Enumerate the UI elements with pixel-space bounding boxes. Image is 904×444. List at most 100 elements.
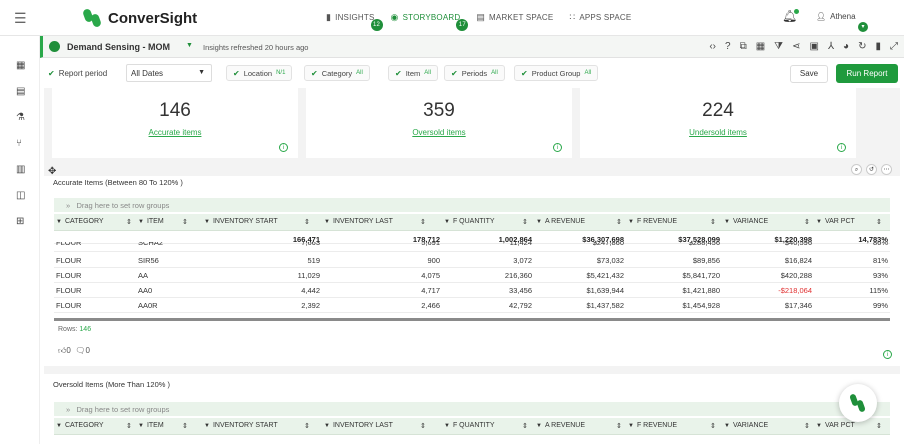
sort-icon[interactable]: ⇕ <box>522 422 528 430</box>
column-filter-icon[interactable]: ▼ <box>204 219 210 225</box>
building-icon[interactable]: ▥ <box>16 164 25 175</box>
column-filter-icon[interactable]: ▼ <box>56 219 62 225</box>
chat-assistant-button[interactable] <box>839 384 877 422</box>
app-logo[interactable]: ConverSight <box>82 8 197 28</box>
sort-icon[interactable]: ⇕ <box>804 218 810 226</box>
sort-icon[interactable]: ⇕ <box>304 422 310 430</box>
column-header-inventory-last[interactable]: ▼ INVENTORY LAST <box>324 218 393 225</box>
expand-icon[interactable]: ⤢ <box>890 41 898 52</box>
search-icon[interactable]: ⌕ <box>851 164 862 175</box>
notification-bell-icon[interactable]: 🔔︎ <box>782 9 800 23</box>
column-header-category[interactable]: ▼ CATEGORY <box>56 218 104 225</box>
palette-icon[interactable]: ◕ <box>843 41 849 52</box>
kpi-label[interactable]: Accurate items <box>52 128 298 137</box>
column-filter-icon[interactable]: ▼ <box>138 219 144 225</box>
sort-icon[interactable]: ⇕ <box>876 422 882 430</box>
column-header-a-revenue[interactable]: ▼ A REVENUE <box>536 422 585 429</box>
kpi-card-undersold[interactable]: 224 Undersold items i <box>580 88 856 158</box>
table-row[interactable]: FLOUR SCHA2 7,663 5,691 11,424 $247,860 $288,4… <box>54 242 890 252</box>
column-filter-icon[interactable]: ▼ <box>724 423 730 429</box>
calendar-icon[interactable]: ▣ <box>809 41 818 52</box>
sort-icon[interactable]: ⇕ <box>876 218 882 226</box>
filter-chip-location[interactable]: ✔ Location N/1 <box>226 65 293 81</box>
table-row[interactable]: FLOUR AA 11,029 4,075 216,360 $5,421,432 $5,84… <box>54 268 890 283</box>
filter-icon[interactable]: ⧩ <box>774 41 783 52</box>
column-header-f-revenue[interactable]: ▼ F REVENUE <box>628 218 677 225</box>
column-filter-icon[interactable]: ▼ <box>816 423 822 429</box>
column-header-inventory-start[interactable]: ▼ INVENTORY START <box>204 218 278 225</box>
flask-icon[interactable]: ⚗ <box>16 112 25 123</box>
column-header-item[interactable]: ▼ ITEM <box>138 422 164 429</box>
nav-market-space[interactable]: ▤ MARKET SPACE <box>476 12 553 23</box>
help-icon[interactable]: ? <box>725 41 731 52</box>
share-icon[interactable]: ⋖ <box>792 41 800 52</box>
column-header-a-revenue[interactable]: ▼ A REVENUE <box>536 218 585 225</box>
column-header-f-quantity[interactable]: ▼ F QUANTITY <box>444 218 495 225</box>
row-group-dropzone[interactable]: » Drag here to set row groups <box>54 198 890 212</box>
sort-icon[interactable]: ⇕ <box>710 218 716 226</box>
sort-icon[interactable]: ⇕ <box>616 218 622 226</box>
more-icon[interactable]: ⋯ <box>881 164 892 175</box>
reset-icon[interactable]: ↺ <box>866 164 877 175</box>
user-menu[interactable]: 👤︎ Athena ▾ <box>816 12 868 32</box>
column-header-item[interactable]: ▼ ITEM <box>138 218 164 225</box>
hierarchy-icon[interactable]: ⊞ <box>16 216 24 227</box>
column-header-inventory-start[interactable]: ▼ INVENTORY START <box>204 422 278 429</box>
refresh-icon[interactable]: ↻ <box>858 41 866 52</box>
column-filter-icon[interactable]: ▼ <box>536 219 542 225</box>
info-icon[interactable]: i <box>553 143 562 152</box>
report-period-toggle[interactable]: ✔ Report period <box>48 69 107 78</box>
column-filter-icon[interactable]: ▼ <box>536 423 542 429</box>
presentation-icon[interactable]: ◫ <box>16 190 25 201</box>
sort-icon[interactable]: ⇕ <box>522 218 528 226</box>
filter-chip-periods[interactable]: ✔ Periods All <box>444 65 505 81</box>
sort-icon[interactable]: ⇕ <box>804 422 810 430</box>
kpi-label[interactable]: Oversold items <box>306 128 572 137</box>
column-header-variance[interactable]: ▼ VARIANCE <box>724 422 768 429</box>
kpi-card-oversold[interactable]: 359 Oversold items i <box>306 88 572 158</box>
column-filter-icon[interactable]: ▼ <box>204 423 210 429</box>
run-report-button[interactable]: Run Report <box>836 64 898 83</box>
column-filter-icon[interactable]: ▼ <box>324 423 330 429</box>
column-filter-icon[interactable]: ▼ <box>56 423 62 429</box>
column-header-var-pct[interactable]: ▼ VAR PCT <box>816 218 855 225</box>
column-filter-icon[interactable]: ▼ <box>138 423 144 429</box>
column-filter-icon[interactable]: ▼ <box>628 219 634 225</box>
table-row[interactable]: FLOUR AA0R 2,392 2,466 42,792 $1,437,582 $1,45… <box>54 298 890 313</box>
nav-apps-space[interactable]: ∷ APPS SPACE <box>569 12 631 23</box>
date-select[interactable]: All Dates ▼ <box>126 64 212 82</box>
report-icon[interactable]: ▤ <box>16 86 25 97</box>
delete-icon[interactable]: ▮ <box>875 41 881 52</box>
filter-chip-item[interactable]: ✔ Item All <box>388 65 438 81</box>
pin-icon[interactable]: ⅄ <box>828 41 834 52</box>
save-button[interactable]: Save <box>790 65 828 83</box>
sort-icon[interactable]: ⇕ <box>420 422 426 430</box>
sort-icon[interactable]: ⇕ <box>420 218 426 226</box>
hamburger-menu-icon[interactable]: ☰ <box>14 10 27 27</box>
branch-icon[interactable]: ⑂ <box>16 138 22 149</box>
comment-icon[interactable]: 🗨︎ <box>75 346 85 355</box>
column-filter-icon[interactable]: ▼ <box>816 219 822 225</box>
story-title[interactable]: Demand Sensing - MOM <box>67 42 170 52</box>
sort-icon[interactable]: ⇕ <box>182 422 188 430</box>
nav-storyboard[interactable]: ◉ STORYBOARD 17 <box>391 12 469 31</box>
column-header-var-pct[interactable]: ▼ VAR PCT <box>816 422 855 429</box>
table-row[interactable]: FLOUR SIR56 519 900 3,072 $73,032 $89,856 $16,8… <box>54 253 890 268</box>
column-header-variance[interactable]: ▼ VARIANCE <box>724 218 768 225</box>
sort-icon[interactable]: ⇕ <box>616 422 622 430</box>
column-header-category[interactable]: ▼ CATEGORY <box>56 422 104 429</box>
sort-icon[interactable]: ⇕ <box>304 218 310 226</box>
sort-icon[interactable]: ⇕ <box>710 422 716 430</box>
story-dropdown-icon[interactable]: ▼ <box>186 42 193 49</box>
filter-chip-category[interactable]: ✔ Category All <box>304 65 370 81</box>
row-group-dropzone[interactable]: » Drag here to set row groups <box>54 402 890 416</box>
info-icon[interactable]: i <box>279 143 288 152</box>
sort-icon[interactable]: ⇕ <box>126 218 132 226</box>
info-icon[interactable]: i <box>883 350 892 359</box>
grid-icon[interactable]: ▦ <box>756 41 765 52</box>
kpi-card-accurate[interactable]: 146 Accurate items i <box>52 88 298 158</box>
column-header-f-revenue[interactable]: ▼ F REVENUE <box>628 422 677 429</box>
column-filter-icon[interactable]: ▼ <box>628 423 634 429</box>
sort-icon[interactable]: ⇕ <box>126 422 132 430</box>
horizontal-scrollbar[interactable] <box>54 318 890 321</box>
